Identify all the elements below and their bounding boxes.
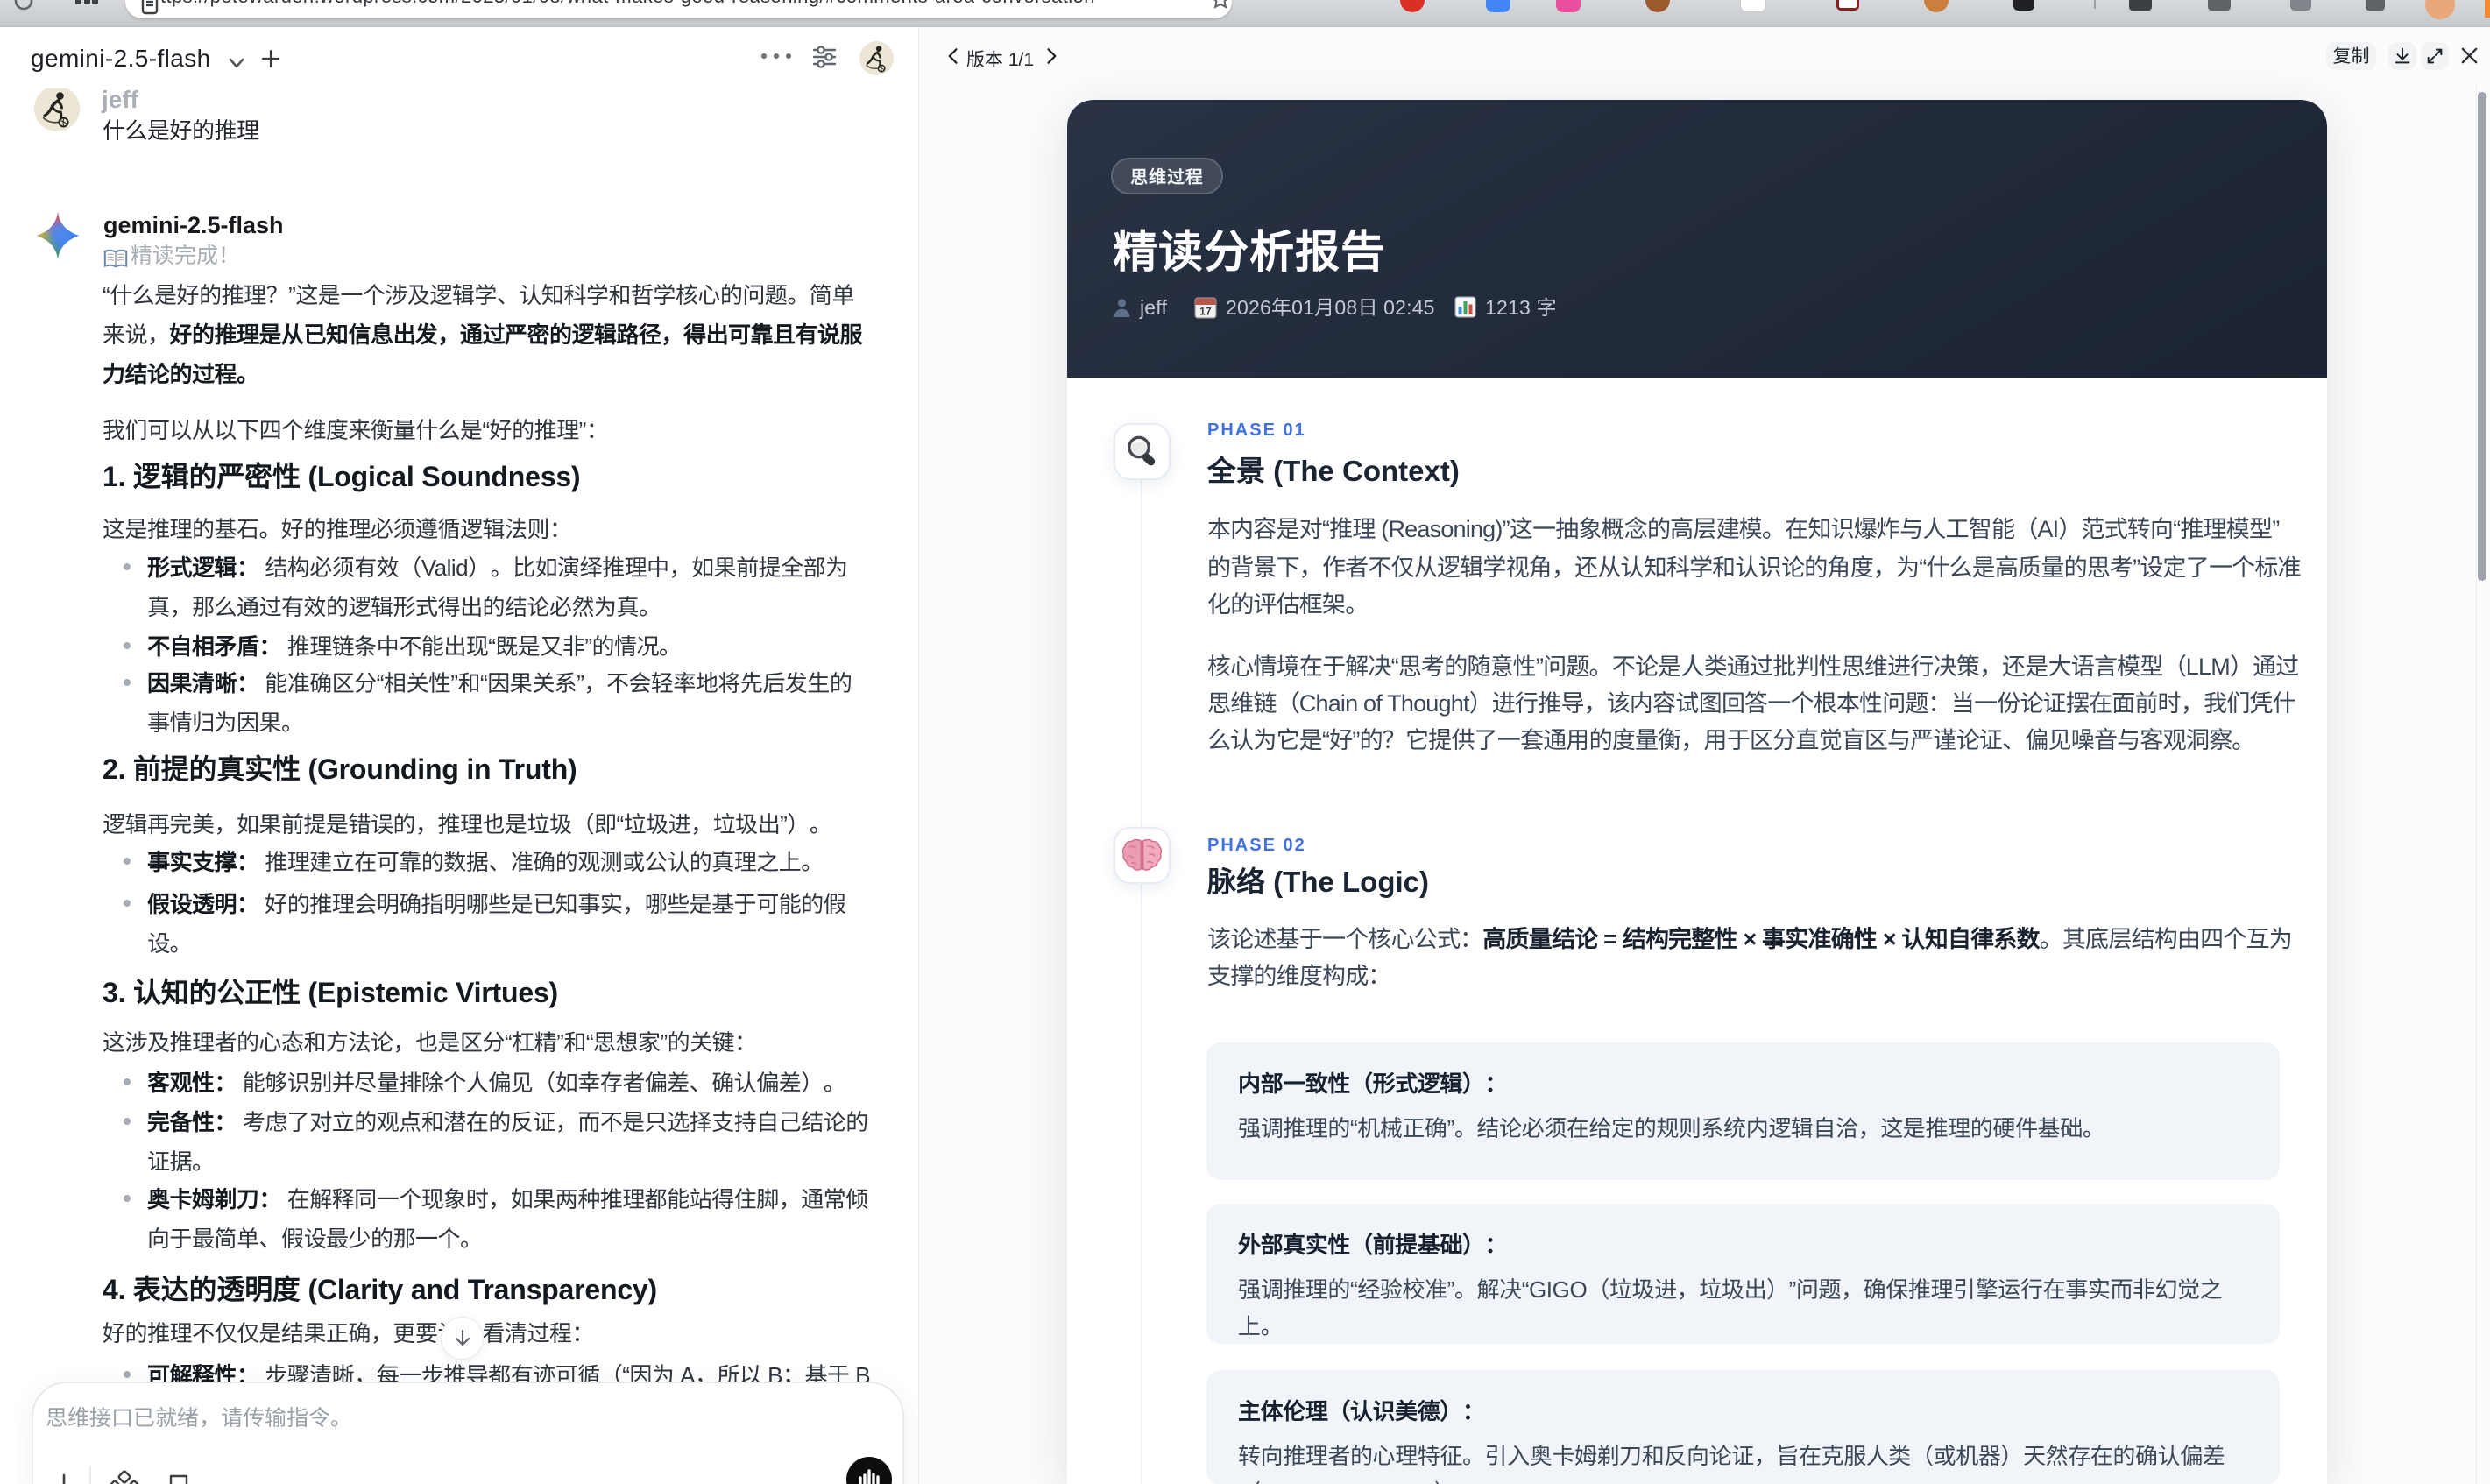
svg-text:17: 17: [1199, 306, 1212, 318]
